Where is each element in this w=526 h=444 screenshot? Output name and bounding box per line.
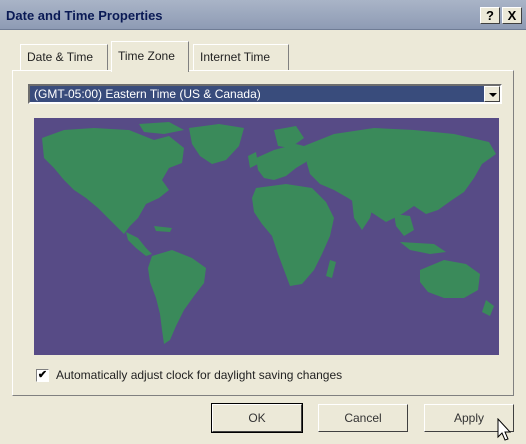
tab-time-zone[interactable]: Time Zone: [111, 41, 189, 72]
daylight-saving-checkbox[interactable]: ✔: [36, 369, 49, 382]
africa-shape: [252, 184, 334, 286]
daylight-saving-label[interactable]: Automatically adjust clock for daylight …: [56, 368, 342, 382]
greenland-shape: [189, 124, 244, 164]
mouse-pointer-icon: [497, 418, 512, 441]
australia-shape: [420, 260, 480, 298]
north-america-shape: [42, 128, 184, 234]
chevron-down-icon[interactable]: [484, 86, 500, 102]
close-button[interactable]: X: [502, 7, 522, 24]
world-map-graphic: [42, 122, 496, 344]
timezone-dropdown[interactable]: (GMT-05:00) Eastern Time (US & Canada): [28, 84, 502, 104]
madagascar-shape: [326, 260, 336, 278]
scandinavia-shape: [274, 126, 304, 148]
south-america-shape: [148, 250, 206, 344]
indonesia-shape: [400, 242, 446, 254]
europe-shape: [256, 144, 312, 180]
new-zealand-shape: [482, 300, 494, 316]
help-button[interactable]: ?: [480, 7, 500, 24]
arctic-islands-shape: [139, 122, 184, 134]
caribbean-shape: [154, 226, 172, 232]
ok-button[interactable]: OK: [211, 403, 303, 433]
asia-shape: [304, 128, 496, 222]
india-shape: [352, 200, 374, 230]
tab-internet-time[interactable]: Internet Time: [193, 44, 289, 70]
cancel-button[interactable]: Cancel: [318, 404, 408, 432]
uk-shape: [248, 152, 258, 168]
timezone-selected-value: (GMT-05:00) Eastern Time (US & Canada): [34, 87, 261, 101]
window-title: Date and Time Properties: [6, 8, 163, 23]
world-map: [34, 118, 499, 355]
land-masses: [42, 122, 496, 344]
southeast-asia-shape: [394, 214, 414, 236]
tab-date-and-time[interactable]: Date & Time: [20, 44, 108, 70]
title-bar[interactable]: Date and Time Properties ? X: [0, 0, 526, 30]
central-america-shape: [126, 232, 152, 256]
